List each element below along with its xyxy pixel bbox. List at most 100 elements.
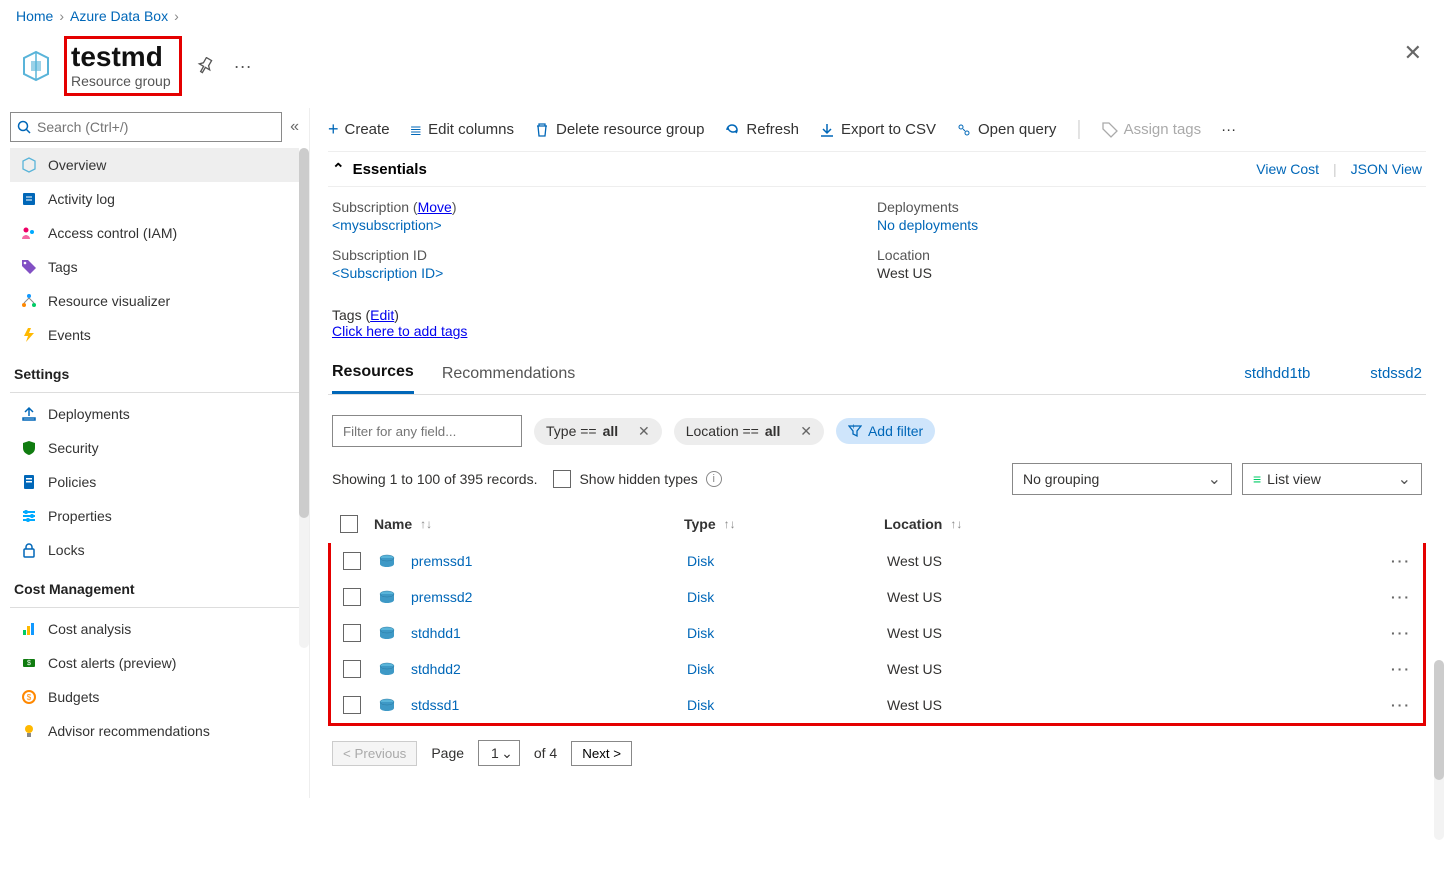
sort-icon[interactable]: ↑↓ bbox=[724, 517, 736, 531]
row-more-button[interactable]: ··· bbox=[1391, 697, 1411, 713]
resource-name-link[interactable]: stdssd1 bbox=[411, 697, 459, 713]
main-scrollbar[interactable] bbox=[1434, 660, 1444, 840]
row-checkbox[interactable] bbox=[343, 696, 361, 714]
resource-type-link[interactable]: Disk bbox=[687, 661, 714, 677]
row-more-button[interactable]: ··· bbox=[1391, 553, 1411, 569]
resource-name-link[interactable]: premssd2 bbox=[411, 589, 472, 605]
resource-location: West US bbox=[887, 697, 942, 713]
breadcrumb-home[interactable]: Home bbox=[16, 8, 53, 24]
row-checkbox[interactable] bbox=[343, 588, 361, 606]
row-checkbox[interactable] bbox=[343, 660, 361, 678]
column-location[interactable]: Location bbox=[884, 516, 942, 532]
sidebar-item-locks[interactable]: Locks bbox=[10, 533, 299, 567]
pin-button[interactable] bbox=[190, 53, 220, 79]
table-row[interactable]: premssd2DiskWest US··· bbox=[331, 579, 1423, 615]
open-query-button[interactable]: Open query bbox=[956, 121, 1056, 138]
sidebar-item-security[interactable]: Security bbox=[10, 431, 299, 465]
row-more-button[interactable]: ··· bbox=[1391, 589, 1411, 605]
page-select[interactable]: 1 bbox=[478, 740, 520, 766]
tab-recommendations[interactable]: Recommendations bbox=[442, 355, 575, 393]
deployments-value[interactable]: No deployments bbox=[877, 217, 978, 233]
sort-icon[interactable]: ↑↓ bbox=[950, 517, 962, 531]
resource-name-link[interactable]: stdhdd1 bbox=[411, 625, 461, 641]
sidebar-search-input[interactable] bbox=[37, 119, 275, 135]
filter-input[interactable] bbox=[332, 415, 522, 447]
info-icon[interactable]: i bbox=[706, 471, 722, 487]
resource-name-link[interactable]: premssd1 bbox=[411, 553, 472, 569]
extra-link-1[interactable]: stdhdd1tb bbox=[1244, 365, 1310, 382]
show-hidden-checkbox[interactable] bbox=[553, 470, 571, 488]
resource-type-link[interactable]: Disk bbox=[687, 589, 714, 605]
sidebar-item-advisor[interactable]: Advisor recommendations bbox=[10, 714, 299, 748]
sort-icon[interactable]: ↑↓ bbox=[420, 517, 432, 531]
chevron-right-icon: › bbox=[59, 8, 64, 24]
view-cost-link[interactable]: View Cost bbox=[1256, 161, 1319, 177]
column-type[interactable]: Type bbox=[684, 516, 716, 532]
sidebar-item-label: Locks bbox=[48, 542, 85, 558]
edit-tags-link[interactable]: Edit bbox=[370, 307, 394, 323]
sidebar-item-overview[interactable]: Overview bbox=[10, 148, 299, 182]
close-button[interactable]: ✕ bbox=[1398, 36, 1428, 70]
essentials-toggle[interactable]: ⌃Essentials bbox=[332, 160, 427, 178]
sidebar-item-properties[interactable]: Properties bbox=[10, 499, 299, 533]
close-icon[interactable]: ✕ bbox=[638, 423, 650, 440]
sidebar-search[interactable] bbox=[10, 112, 282, 142]
query-icon bbox=[956, 122, 972, 138]
sidebar-item-access-control[interactable]: Access control (IAM) bbox=[10, 216, 299, 250]
table-row[interactable]: premssd1DiskWest US··· bbox=[331, 543, 1423, 579]
location-filter-pill[interactable]: Location == all ✕ bbox=[674, 418, 824, 445]
type-filter-pill[interactable]: Type == all ✕ bbox=[534, 418, 662, 445]
sidebar-item-resource-visualizer[interactable]: Resource visualizer bbox=[10, 284, 299, 318]
location-value: West US bbox=[877, 265, 1422, 281]
toolbar-more-button[interactable]: ··· bbox=[1221, 121, 1236, 138]
select-all-checkbox[interactable] bbox=[340, 515, 358, 533]
refresh-button[interactable]: Refresh bbox=[724, 121, 799, 138]
row-checkbox[interactable] bbox=[343, 552, 361, 570]
prev-page-button[interactable]: < Previous bbox=[332, 741, 417, 766]
add-tags-link[interactable]: Click here to add tags bbox=[332, 323, 467, 339]
json-view-link[interactable]: JSON View bbox=[1351, 161, 1422, 177]
sidebar-item-tags[interactable]: Tags bbox=[10, 250, 299, 284]
table-row[interactable]: stdssd1 Disk West US ··· bbox=[331, 687, 1423, 723]
disk-icon bbox=[377, 623, 397, 643]
row-more-button[interactable]: ··· bbox=[1391, 625, 1411, 641]
sidebar-item-cost-analysis[interactable]: Cost analysis bbox=[10, 612, 299, 646]
create-button[interactable]: +Create bbox=[328, 119, 390, 140]
sidebar-item-events[interactable]: Events bbox=[10, 318, 299, 352]
row-more-button[interactable]: ··· bbox=[1391, 661, 1411, 677]
resource-type-link[interactable]: Disk bbox=[687, 553, 714, 569]
subscription-id-value[interactable]: <Subscription ID> bbox=[332, 265, 443, 281]
edit-columns-button[interactable]: ≣Edit columns bbox=[410, 121, 514, 139]
export-csv-button[interactable]: Export to CSV bbox=[819, 121, 936, 138]
tab-resources[interactable]: Resources bbox=[332, 353, 414, 394]
resource-visualizer-icon bbox=[20, 292, 38, 310]
extra-link-2[interactable]: stdssd2 bbox=[1370, 365, 1422, 382]
grouping-select[interactable]: No grouping bbox=[1012, 463, 1232, 495]
sidebar: « Overview Activity log Access control (… bbox=[0, 108, 310, 798]
resource-type-link[interactable]: Disk bbox=[687, 697, 714, 713]
resource-type-link[interactable]: Disk bbox=[687, 625, 714, 641]
next-page-button[interactable]: Next > bbox=[571, 741, 632, 766]
delete-button[interactable]: Delete resource group bbox=[534, 121, 704, 138]
resource-name-link[interactable]: stdhdd2 bbox=[411, 661, 461, 677]
close-icon[interactable]: ✕ bbox=[800, 423, 812, 440]
sidebar-item-policies[interactable]: Policies bbox=[10, 465, 299, 499]
subscription-value[interactable]: <mysubscription> bbox=[332, 217, 442, 233]
table-row[interactable]: stdhdd1DiskWest US··· bbox=[331, 615, 1423, 651]
sidebar-item-deployments[interactable]: Deployments bbox=[10, 397, 299, 431]
sidebar-item-budgets[interactable]: $Budgets bbox=[10, 680, 299, 714]
collapse-sidebar-button[interactable]: « bbox=[290, 118, 299, 136]
assign-tags-button[interactable]: Assign tags bbox=[1102, 121, 1202, 138]
sidebar-scrollbar[interactable] bbox=[299, 148, 309, 648]
table-highlight: premssd1DiskWest US···premssd2DiskWest U… bbox=[328, 543, 1426, 726]
more-button[interactable]: ··· bbox=[228, 52, 258, 81]
add-filter-button[interactable]: +Add filter bbox=[836, 418, 935, 444]
row-checkbox[interactable] bbox=[343, 624, 361, 642]
column-name[interactable]: Name bbox=[374, 516, 412, 532]
breadcrumb-service[interactable]: Azure Data Box bbox=[70, 8, 168, 24]
sidebar-item-activity-log[interactable]: Activity log bbox=[10, 182, 299, 216]
view-select[interactable]: ≡List view bbox=[1242, 463, 1422, 495]
sidebar-item-cost-alerts[interactable]: $Cost alerts (preview) bbox=[10, 646, 299, 680]
table-row[interactable]: stdhdd2DiskWest US··· bbox=[331, 651, 1423, 687]
move-link[interactable]: Move bbox=[418, 199, 452, 215]
